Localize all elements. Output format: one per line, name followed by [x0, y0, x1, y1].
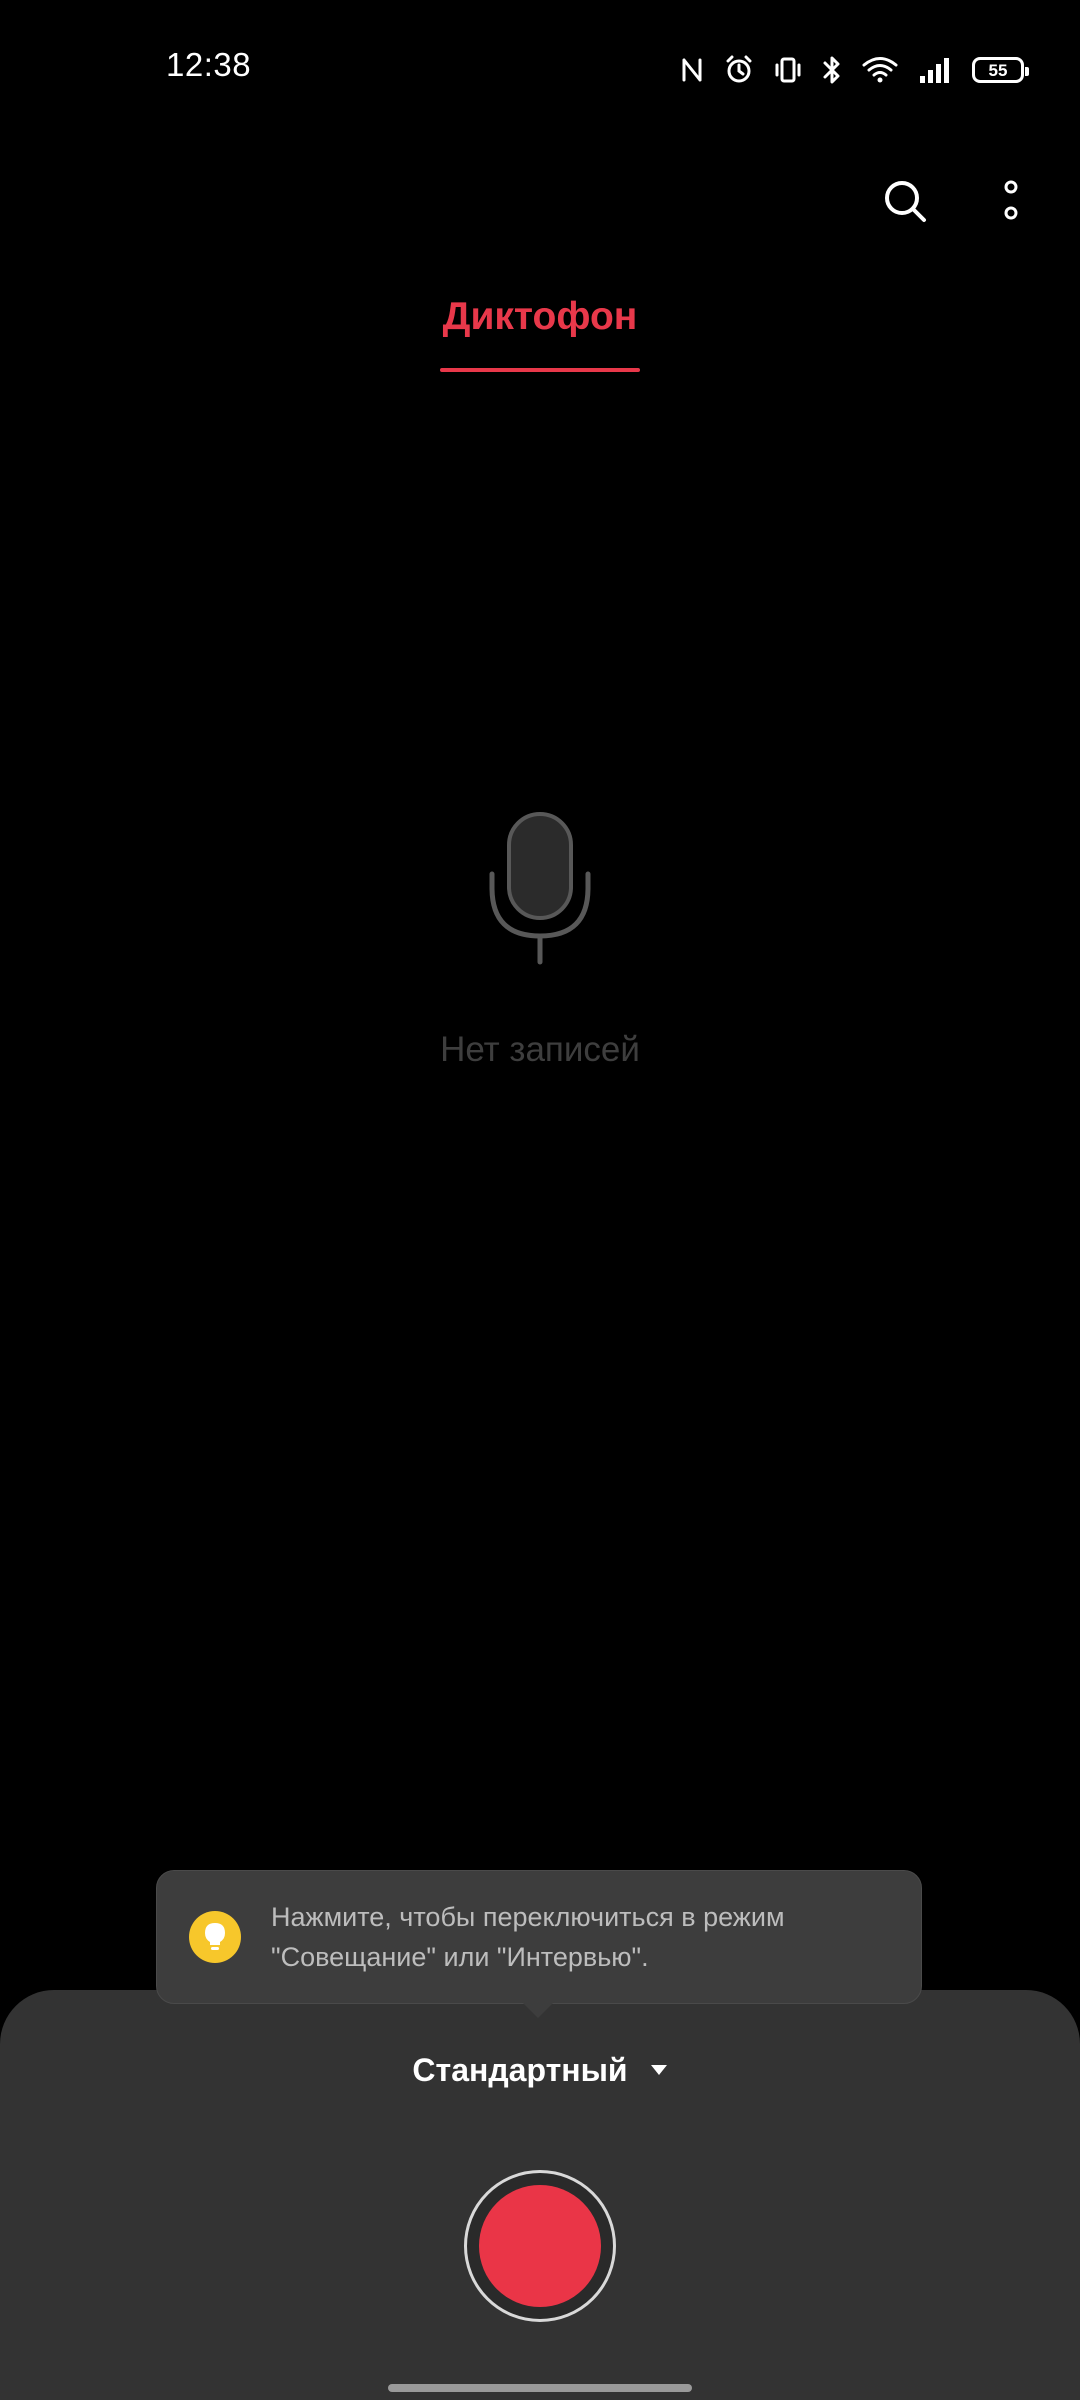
more-vertical-icon — [1004, 180, 1018, 220]
microphone-icon — [480, 810, 600, 970]
record-button[interactable] — [464, 2170, 616, 2322]
status-bar: 12:38 55 — [0, 0, 1080, 136]
empty-state-text: Нет записей — [440, 1030, 640, 1069]
tab-active-indicator — [440, 368, 640, 372]
record-icon — [479, 2185, 601, 2307]
tooltip-text: Нажмите, чтобы переключиться в режим "Со… — [271, 1902, 785, 1972]
mode-label: Стандартный — [412, 2051, 628, 2088]
nfc-icon — [680, 56, 704, 84]
dropdown-triangle-icon — [650, 2065, 667, 2075]
vibrate-icon — [774, 56, 802, 84]
mode-tooltip[interactable]: Нажмите, чтобы переключиться в режим "Со… — [156, 1870, 922, 2004]
bluetooth-icon — [822, 55, 842, 85]
wifi-icon — [862, 56, 898, 84]
search-icon — [885, 181, 926, 222]
battery-icon: 55 — [972, 57, 1029, 83]
tab-recorder-label: Диктофон — [442, 295, 638, 338]
alarm-icon — [724, 55, 754, 85]
search-button[interactable] — [870, 166, 940, 236]
battery-level: 55 — [988, 60, 1008, 80]
mode-selector[interactable]: Стандартный — [0, 2040, 1080, 2100]
home-indicator[interactable] — [388, 2384, 692, 2392]
recorder-screen: 12:38 55 Диктофон Нет записей Стандартны… — [0, 0, 1080, 2400]
lightbulb-icon — [189, 1911, 241, 1963]
status-icons: 55 — [680, 50, 1029, 90]
tooltip-arrow — [522, 2002, 554, 2018]
tab-recorder[interactable]: Диктофон — [440, 288, 640, 372]
status-time: 12:38 — [166, 46, 252, 83]
more-options-button[interactable] — [976, 166, 1046, 236]
signal-icon — [918, 56, 952, 84]
